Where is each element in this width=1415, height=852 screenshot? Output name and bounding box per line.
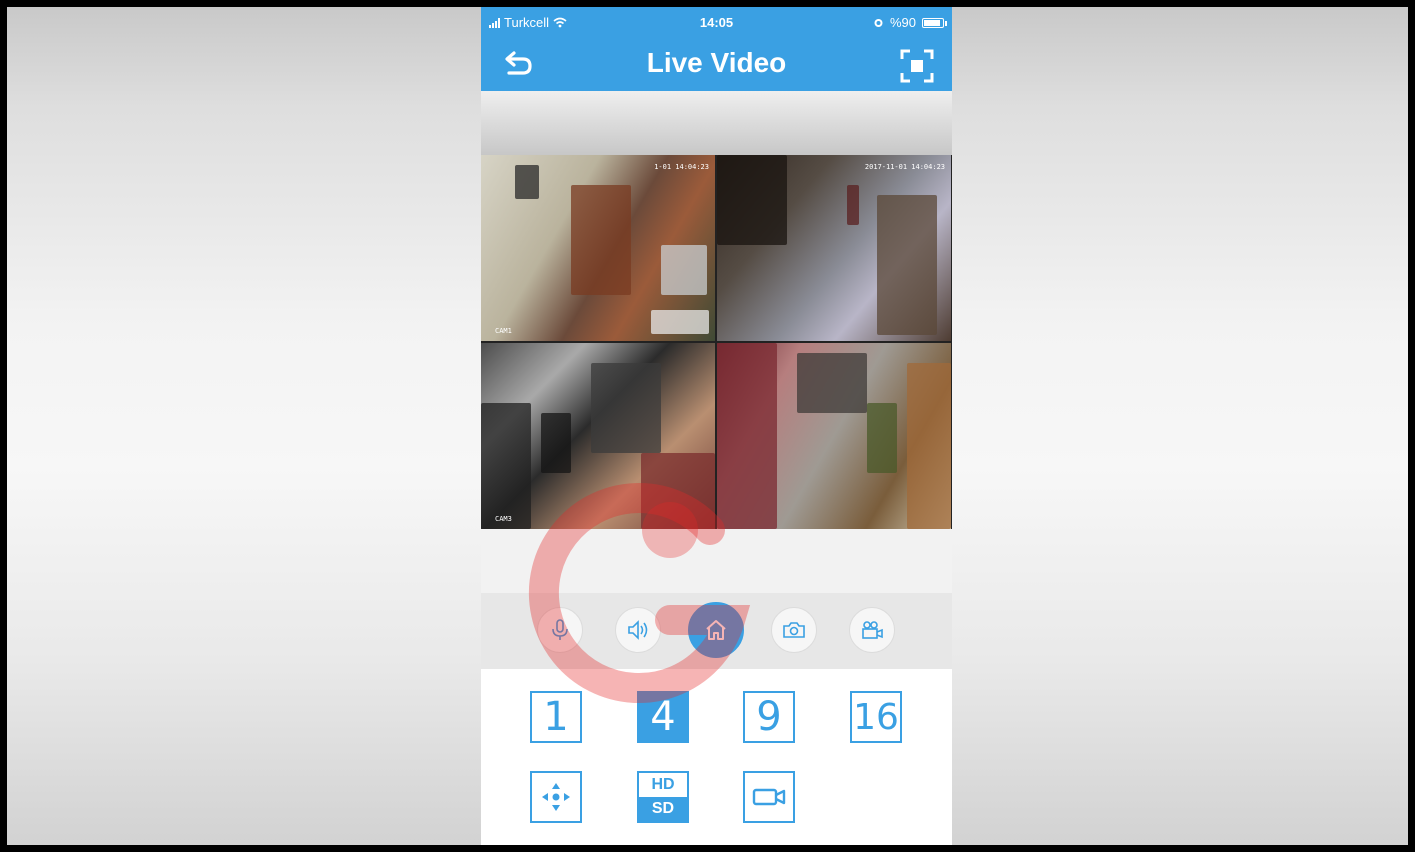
snapshot-button[interactable] [771, 607, 817, 653]
sd-label: SD [639, 797, 687, 821]
camera-feed-2[interactable]: 2017-11-01 14:04:23 [717, 155, 951, 341]
ptz-arrows-icon [542, 783, 570, 811]
speaker-button[interactable] [615, 607, 661, 653]
ptz-button[interactable] [530, 771, 582, 823]
home-icon [706, 620, 726, 640]
control-toolbar [481, 593, 952, 669]
layout-1-button[interactable]: 1 [530, 691, 582, 743]
alarm-icon [874, 19, 883, 27]
video-camera-icon [862, 621, 883, 639]
battery-percent: %90 [889, 15, 916, 30]
video-grid: 1-01 14:04:23 CAM1 2017-11-01 14:04:23 C… [481, 155, 952, 529]
layout-16-button[interactable]: 16 [850, 691, 902, 743]
status-bar: Turkcell 14:05 %90 [481, 7, 952, 37]
video-camera-icon [752, 788, 786, 806]
playback-button[interactable] [743, 771, 795, 823]
layout-panel: 1 4 9 16 HD SD [481, 669, 952, 845]
microphone-button[interactable] [537, 607, 583, 653]
camera-feed-4[interactable] [717, 343, 951, 529]
camera-feed-1[interactable]: 1-01 14:04:23 CAM1 [481, 155, 715, 341]
layout-4-button[interactable]: 4 [637, 691, 689, 743]
microphone-icon [552, 619, 568, 640]
camera-label: CAM1 [495, 327, 512, 335]
camera-feed-3[interactable]: CAM3 [481, 343, 715, 529]
home-button[interactable] [688, 602, 744, 658]
phone-screen: Turkcell 14:05 %90 Live Video 1-01 14:04… [481, 7, 952, 845]
camera-label: CAM3 [495, 515, 512, 523]
nav-bar: Live Video [481, 37, 952, 91]
camera-icon [783, 622, 805, 638]
hd-label: HD [651, 776, 675, 793]
speaker-icon [628, 620, 648, 640]
video-header-shade [481, 91, 952, 155]
page-title: Live Video [646, 47, 787, 78]
battery-icon [922, 17, 947, 28]
layout-9-button[interactable]: 9 [743, 691, 795, 743]
fullscreen-icon[interactable] [900, 49, 934, 83]
camera-timestamp: 2017-11-01 14:04:23 [864, 163, 945, 171]
camera-timestamp: 1-01 14:04:23 [654, 163, 709, 171]
record-button[interactable] [849, 607, 895, 653]
quality-toggle-button[interactable]: HD SD [637, 771, 689, 823]
